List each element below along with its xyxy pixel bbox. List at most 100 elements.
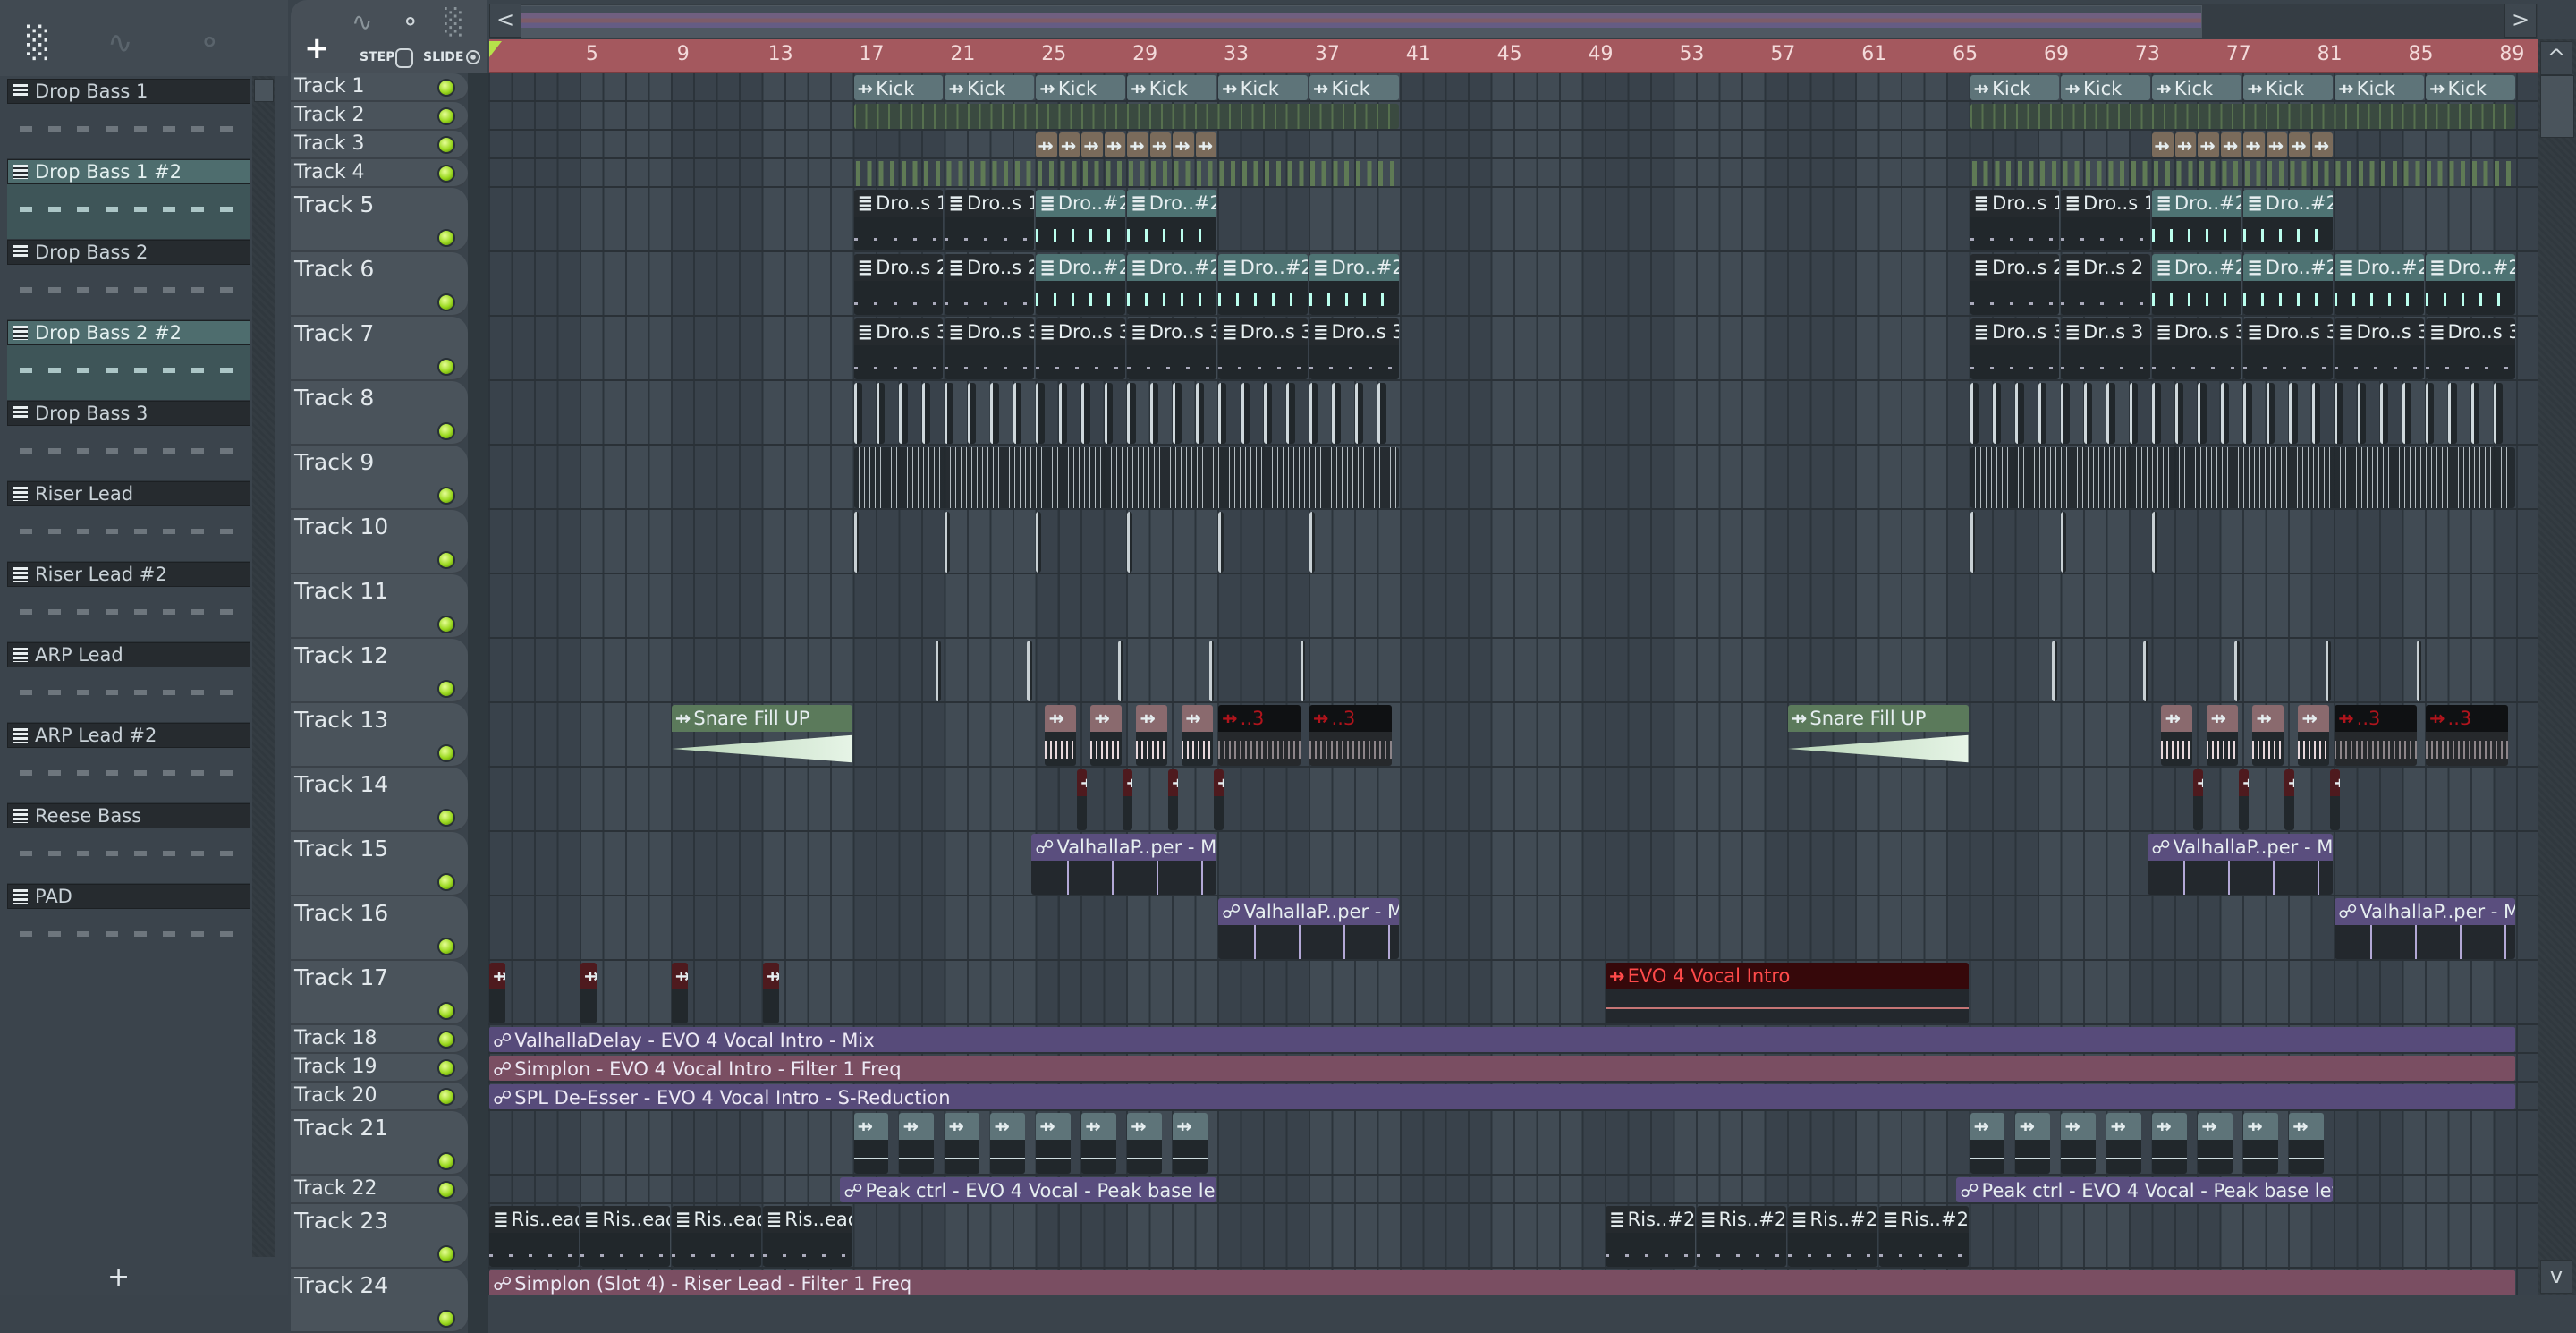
clip-pteal[interactable]: ≣ Dro..#2	[2243, 190, 2334, 250]
track-name[interactable]: Track 14	[294, 771, 388, 797]
clip[interactable]: ⇸	[853, 1113, 889, 1174]
clip-pdark[interactable]: ≣ Dro..s 3	[1218, 318, 1308, 379]
clip[interactable]	[2425, 383, 2435, 444]
pattern-item[interactable]: Riser Lead #2	[7, 562, 250, 642]
clip-header[interactable]: ≣ Dro..s 3	[945, 318, 1035, 345]
clip-header[interactable]: ≣ Dro..s 1	[945, 190, 1035, 217]
pattern-header[interactable]: Drop Bass 1 #2	[7, 159, 250, 184]
clip-header[interactable]: ⇸ Kick	[2334, 75, 2424, 100]
clip-kick[interactable]: ⇸ Kick	[1036, 75, 1126, 100]
clip-kick[interactable]: ⇸ Kick	[1309, 75, 1399, 100]
clip-header[interactable]: ≣Ris..ead	[580, 1206, 670, 1233]
pattern-header[interactable]: Drop Bass 2 #2	[7, 320, 250, 345]
track-name[interactable]: Track 20	[294, 1084, 377, 1107]
clip[interactable]	[1355, 576, 1367, 637]
clip-pdark[interactable]: ≣ Dro..s 3	[1309, 318, 1399, 379]
clip-auto[interactable]: ☍ValhallaP..per - Mix	[1218, 898, 1399, 959]
pattern-item[interactable]: Reese Bass	[7, 803, 250, 884]
track-mute-led[interactable]	[437, 1152, 455, 1170]
clip-snare[interactable]: ⇸ Snare Fill UP	[671, 705, 852, 766]
scroll-down-button[interactable]: v	[2540, 1260, 2572, 1294]
clip[interactable]	[2357, 383, 2366, 444]
clip[interactable]: ⇸	[2106, 1113, 2142, 1174]
clip-header[interactable]: ⇸	[580, 963, 597, 989]
automation-icon[interactable]: ⚬	[400, 7, 420, 37]
track-header[interactable]: Track 15	[291, 832, 468, 896]
clip[interactable]	[1027, 641, 1032, 701]
clip-header[interactable]: ≣ Dro..s 3	[2334, 318, 2424, 345]
clip[interactable]	[1241, 383, 1250, 444]
clip[interactable]	[2289, 383, 2298, 444]
clip[interactable]	[1970, 576, 1982, 637]
playhead-marker[interactable]	[489, 41, 502, 57]
clip[interactable]	[1970, 447, 2515, 508]
track-name[interactable]: Track 9	[294, 449, 374, 475]
track-name[interactable]: Track 4	[294, 161, 365, 183]
clip[interactable]	[2015, 576, 2027, 637]
clip[interactable]	[2494, 383, 2503, 444]
clip-autoS[interactable]: ☍ Peak ctrl - EVO 4 Vocal - Peak base lev…	[840, 1177, 1217, 1202]
track-header[interactable]: Track 11	[291, 574, 468, 639]
clip[interactable]	[1309, 383, 1318, 444]
clip-header[interactable]: ⇸	[1036, 132, 1057, 157]
clip[interactable]: ⇸	[2198, 1113, 2233, 1174]
clip-header[interactable]: ⇸ Kick	[945, 75, 1035, 100]
audio-clip-icon[interactable]: ∿	[107, 25, 133, 61]
clip[interactable]: ⇸	[2061, 1113, 2097, 1174]
clip-kick[interactable]: ⇸ Kick	[2152, 75, 2242, 100]
clip[interactable]: ⇸	[1090, 705, 1123, 766]
clip[interactable]	[2243, 576, 2255, 637]
clip[interactable]: ⇸	[2198, 132, 2219, 157]
clip[interactable]: ⇸	[2311, 132, 2334, 157]
clip[interactable]	[1264, 576, 1275, 637]
clip-pdark[interactable]: ≣ Dro..s 2	[1970, 254, 2060, 315]
clip-header[interactable]: ⇸	[1127, 132, 1148, 157]
clip[interactable]: ⇸	[2284, 769, 2294, 830]
clip[interactable]: ⇸	[2207, 705, 2239, 766]
clip[interactable]	[2234, 641, 2240, 701]
clip-header[interactable]: ☍ Peak ctrl - EVO 4 Vocal - Peak base lev…	[1956, 1177, 2334, 1202]
track-name[interactable]: Track 24	[294, 1272, 388, 1298]
clip[interactable]	[2152, 576, 2164, 637]
clip-header[interactable]: ⇸	[2174, 132, 2197, 157]
track-header[interactable]: Track 23	[291, 1204, 468, 1269]
pattern-list-scrollbar[interactable]	[252, 76, 275, 1257]
clip-header[interactable]: ⇸	[1127, 1113, 1162, 1140]
track-mute-led[interactable]	[437, 1310, 455, 1328]
clip-pteal[interactable]: ≣ Dro..#2	[1036, 190, 1126, 250]
clip-header[interactable]: ≣ Dr..s 3	[2061, 318, 2151, 345]
audio-icon[interactable]: ∿	[352, 7, 372, 37]
clip-header[interactable]: ⇸ Kick	[1218, 75, 1308, 100]
clip-header[interactable]: ⇸	[2289, 132, 2310, 157]
clip[interactable]: ⇸	[2252, 705, 2284, 766]
clip-pteal[interactable]: ≣ Dro..#2	[1127, 190, 1217, 250]
clip-pteal[interactable]: ≣ Dro..#2	[2152, 190, 2242, 250]
clip[interactable]	[1058, 383, 1068, 444]
clip-black[interactable]: ⇸ ..3	[2425, 705, 2509, 766]
clip-header[interactable]: ≣ Dro..s 3	[1970, 318, 2060, 345]
track-mute-led[interactable]	[437, 358, 455, 376]
clip-header[interactable]: ⇸	[671, 963, 689, 989]
track-name[interactable]: Track 2	[294, 104, 365, 126]
clip[interactable]	[2243, 383, 2252, 444]
clip-header[interactable]: ≣ Dro..s 1	[2061, 190, 2151, 217]
clip-pdark[interactable]: ≣ Dro..s 2	[853, 254, 944, 315]
clip[interactable]	[2061, 512, 2067, 573]
clip[interactable]: ⇸	[2243, 1113, 2278, 1174]
clip-header[interactable]: ⇸	[899, 1113, 935, 1140]
track-header[interactable]: Track 13	[291, 703, 468, 768]
track-header[interactable]: Track 3	[291, 131, 468, 159]
clip-pteal[interactable]: ≣ Dro..#2	[2425, 254, 2515, 315]
clip-header[interactable]: ⇸	[1036, 1113, 1072, 1140]
clip-pdark[interactable]: ≣ Dro..s 3	[2334, 318, 2424, 379]
clip[interactable]	[945, 576, 956, 637]
clip[interactable]: ⇸	[945, 1113, 980, 1174]
clip-header[interactable]: ≣ Dro..#2	[1309, 254, 1399, 281]
clip-pdark[interactable]: ≣ Dro..s 3	[2425, 318, 2515, 379]
clip-header[interactable]: ≣ Dro..s 3	[2425, 318, 2515, 345]
clip-autof[interactable]: ☍ ValhallaDelay - EVO 4 Vocal Intro - Mix	[489, 1027, 2515, 1052]
clip-header[interactable]: ⇸	[1149, 132, 1172, 157]
clip[interactable]	[1173, 383, 1182, 444]
clip-header[interactable]: ≣ Dro..#2	[1036, 254, 1126, 281]
clip-header[interactable]: ⇸	[1173, 132, 1194, 157]
